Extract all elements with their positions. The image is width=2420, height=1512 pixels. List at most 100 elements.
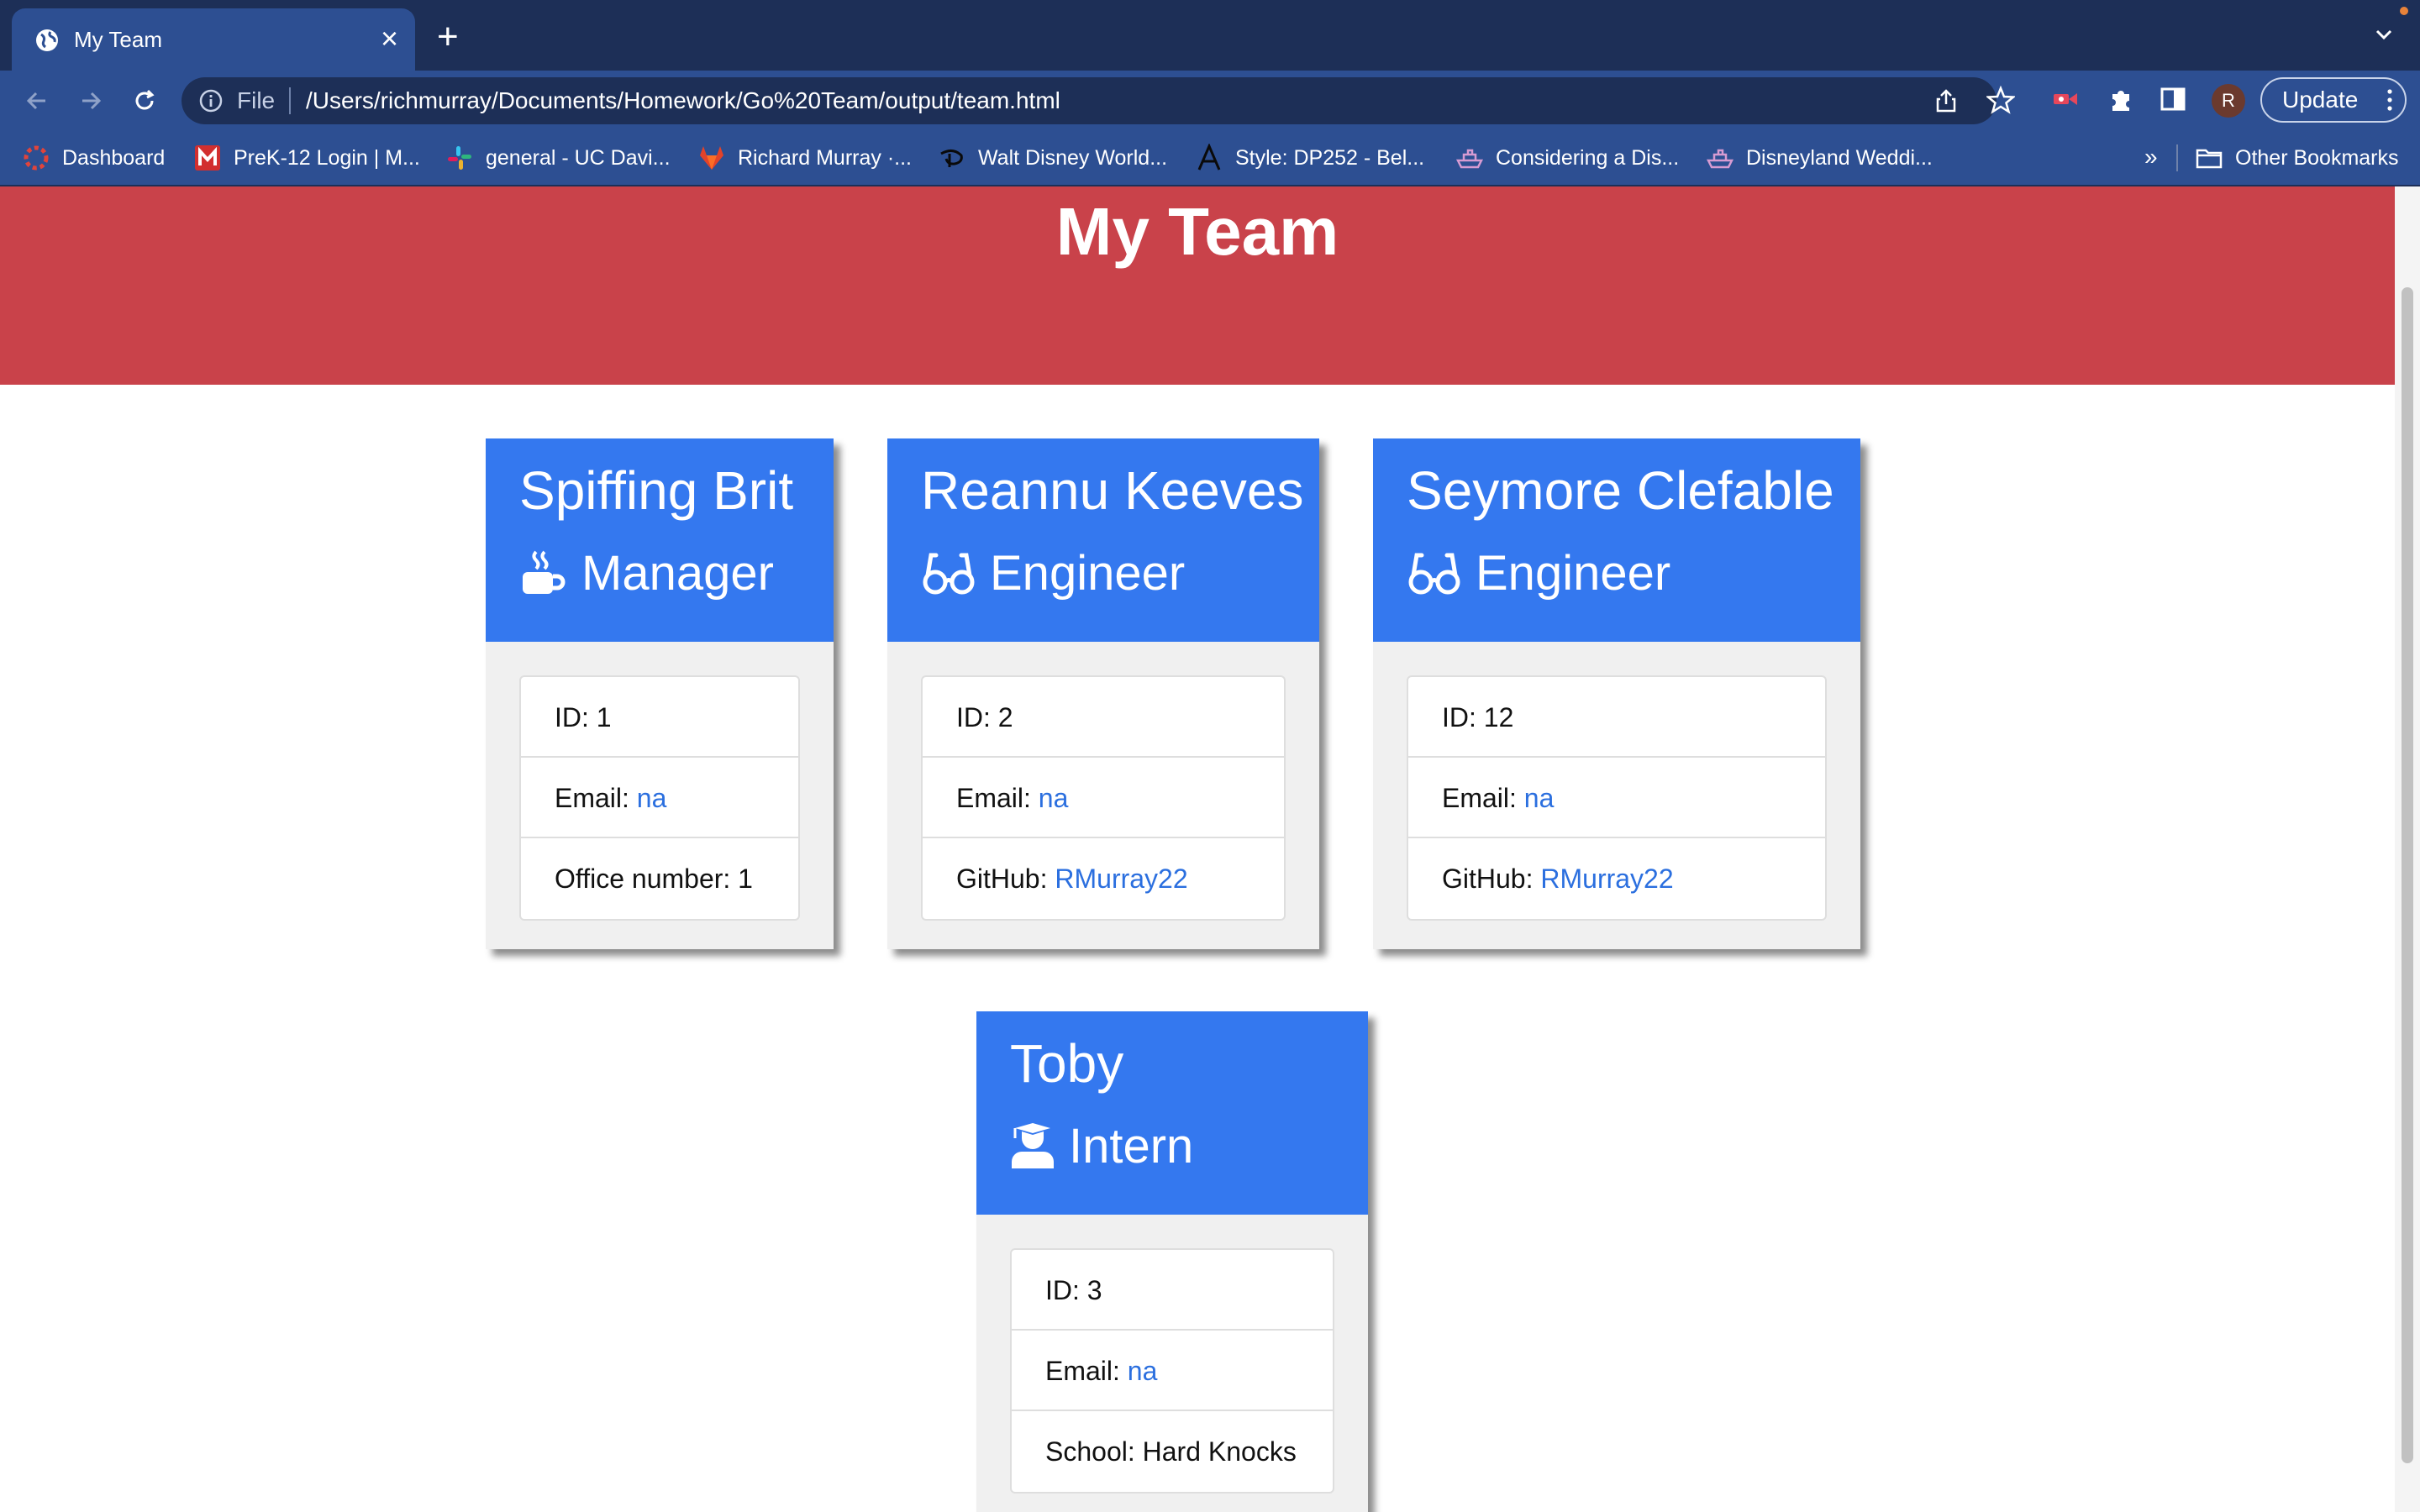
bookmark-item[interactable]: general - UC Davi... bbox=[445, 143, 671, 173]
cruise-ship-icon bbox=[1455, 149, 1484, 169]
employee-name: Reannu Keeves bbox=[921, 460, 1304, 521]
bookmark-item[interactable]: Style: DP252 - Bel... bbox=[1195, 143, 1424, 173]
email-row: Email: na bbox=[521, 758, 798, 838]
scrollbar-thumb[interactable] bbox=[2402, 287, 2413, 1463]
tab-strip: My Team × + bbox=[0, 0, 2420, 71]
employee-name: Seymore Clefable bbox=[1407, 460, 1834, 521]
id-row: ID: 2 bbox=[923, 677, 1284, 758]
email-label: Email: bbox=[1442, 783, 1524, 813]
gitlab-icon bbox=[700, 146, 723, 170]
bookmark-label: Style: DP252 - Bel... bbox=[1235, 145, 1425, 170]
m-logo-icon bbox=[195, 145, 220, 171]
employee-card: Spiffing Brit Manager ID: 1 Email: na Of… bbox=[486, 438, 834, 949]
page-viewport: My Team Spiffing Brit Manager ID: 1 Emai… bbox=[0, 186, 2395, 1512]
tab-title: My Team bbox=[74, 27, 162, 52]
employee-card: Toby Intern ID: 3 Email: na School: Hard… bbox=[976, 1011, 1368, 1512]
new-tab-icon[interactable]: + bbox=[437, 18, 459, 55]
chevron-down-icon[interactable] bbox=[2371, 22, 2396, 47]
bookmark-item[interactable]: Considering a Dis... bbox=[1455, 143, 1679, 173]
glasses-icon bbox=[1408, 553, 1460, 595]
page-scrollbar[interactable] bbox=[2395, 186, 2420, 1512]
email-label: Email: bbox=[555, 783, 637, 813]
page-title: My Team bbox=[1055, 194, 1339, 269]
extensions-puzzle-icon[interactable] bbox=[2106, 84, 2136, 114]
card-header: Toby Intern bbox=[976, 1011, 1368, 1215]
card-header: Seymore Clefable Engineer bbox=[1373, 438, 1860, 642]
github-link[interactable]: RMurray22 bbox=[1055, 864, 1187, 894]
canvas-icon bbox=[24, 145, 49, 171]
info-icon[interactable] bbox=[198, 88, 224, 113]
employee-card: Seymore Clefable Engineer ID: 12 Email: … bbox=[1373, 438, 1860, 949]
id-row: ID: 3 bbox=[1012, 1250, 1333, 1331]
coffee-mug-icon bbox=[523, 550, 566, 594]
bookmark-star-icon[interactable] bbox=[1986, 86, 2015, 114]
employee-role: Engineer bbox=[921, 539, 1185, 606]
bookmark-item[interactable]: Richard Murray ·... bbox=[697, 143, 912, 173]
employee-details: ID: 12 Email: na GitHub: RMurray22 bbox=[1407, 675, 1827, 921]
address-divider bbox=[289, 87, 291, 114]
bookmark-label: Richard Murray ·... bbox=[738, 145, 912, 170]
github-row: GitHub: RMurray22 bbox=[1408, 838, 1825, 919]
forward-arrow-icon[interactable] bbox=[76, 86, 106, 116]
screen-recorder-icon[interactable] bbox=[2050, 84, 2081, 114]
address-bar[interactable]: File /Users/richmurray/Documents/Homewor… bbox=[182, 77, 2015, 124]
id-row: ID: 12 bbox=[1408, 677, 1825, 758]
email-link[interactable]: na bbox=[637, 783, 667, 813]
more-menu-icon[interactable] bbox=[2385, 87, 2395, 113]
browser-toolbar: File /Users/richmurray/Documents/Homewor… bbox=[0, 71, 2420, 131]
email-link[interactable]: na bbox=[1039, 783, 1069, 813]
share-icon[interactable] bbox=[1933, 87, 1960, 114]
url-text[interactable]: /Users/richmurray/Documents/Homework/Go%… bbox=[306, 87, 1060, 114]
update-label: Update bbox=[2282, 87, 2359, 113]
back-arrow-icon[interactable] bbox=[22, 86, 52, 116]
bookmark-item[interactable]: Dashboard bbox=[22, 143, 165, 173]
role-label: Engineer bbox=[1476, 545, 1671, 601]
email-label: Email: bbox=[1045, 1356, 1128, 1386]
update-indicator-dot bbox=[2400, 7, 2408, 15]
side-panel-icon[interactable] bbox=[2158, 84, 2188, 114]
email-row: Email: na bbox=[1012, 1331, 1333, 1411]
role-label: Engineer bbox=[990, 545, 1186, 601]
employee-name: Toby bbox=[1010, 1033, 1124, 1094]
bookmark-item[interactable]: PreK-12 Login | M... bbox=[193, 143, 420, 173]
browser-tab[interactable]: My Team × bbox=[12, 8, 415, 71]
cruise-ship-icon bbox=[1706, 149, 1734, 169]
employee-role: Intern bbox=[1010, 1112, 1193, 1179]
github-link[interactable]: RMurray22 bbox=[1540, 864, 1673, 894]
github-label: GitHub: bbox=[1442, 864, 1541, 894]
bookmark-label: Other Bookmarks bbox=[2235, 145, 2399, 170]
office-number-row: Office number: 1 bbox=[555, 864, 753, 894]
folder-icon bbox=[2196, 149, 2223, 169]
employee-role: Engineer bbox=[1407, 539, 1670, 606]
reload-icon[interactable] bbox=[129, 86, 160, 116]
school-row: School: Hard Knocks bbox=[1045, 1436, 1297, 1467]
github-label: GitHub: bbox=[956, 864, 1055, 894]
bookmarks-bar: Dashboard PreK-12 Login | M... general -… bbox=[0, 131, 2420, 186]
glasses-icon bbox=[923, 553, 975, 595]
bookmark-label: general - UC Davi... bbox=[486, 145, 671, 170]
bookmark-item[interactable]: Disneyland Weddi... bbox=[1706, 143, 1933, 173]
globe-icon bbox=[36, 29, 58, 51]
slack-icon bbox=[448, 146, 471, 170]
tab-close-icon[interactable]: × bbox=[381, 22, 398, 55]
update-button[interactable]: Update bbox=[2260, 77, 2407, 123]
font-a-icon bbox=[1197, 144, 1221, 171]
bookmark-label: Considering a Dis... bbox=[1496, 145, 1680, 170]
graduate-icon bbox=[1012, 1123, 1054, 1168]
bookmark-label: Walt Disney World... bbox=[978, 145, 1168, 170]
card-header: Spiffing Brit Manager bbox=[486, 438, 834, 642]
bookmark-label: PreK-12 Login | M... bbox=[234, 145, 420, 170]
bookmark-item[interactable]: Walt Disney World... bbox=[938, 143, 1167, 173]
role-label: Manager bbox=[581, 545, 774, 601]
profile-avatar[interactable]: R bbox=[2212, 84, 2245, 118]
bookmark-label: Dashboard bbox=[62, 145, 166, 170]
card-header: Reannu Keeves Engineer bbox=[887, 438, 1319, 642]
disney-icon bbox=[940, 150, 963, 167]
employee-card: Reannu Keeves Engineer ID: 2 Email: na G… bbox=[887, 438, 1319, 949]
other-bookmarks-folder[interactable]: Other Bookmarks bbox=[2195, 143, 2399, 173]
email-link[interactable]: na bbox=[1524, 783, 1555, 813]
email-link[interactable]: na bbox=[1128, 1356, 1158, 1386]
email-label: Email: bbox=[956, 783, 1039, 813]
bookmarks-overflow-button[interactable]: » bbox=[2144, 143, 2158, 171]
github-row: GitHub: RMurray22 bbox=[923, 838, 1284, 919]
